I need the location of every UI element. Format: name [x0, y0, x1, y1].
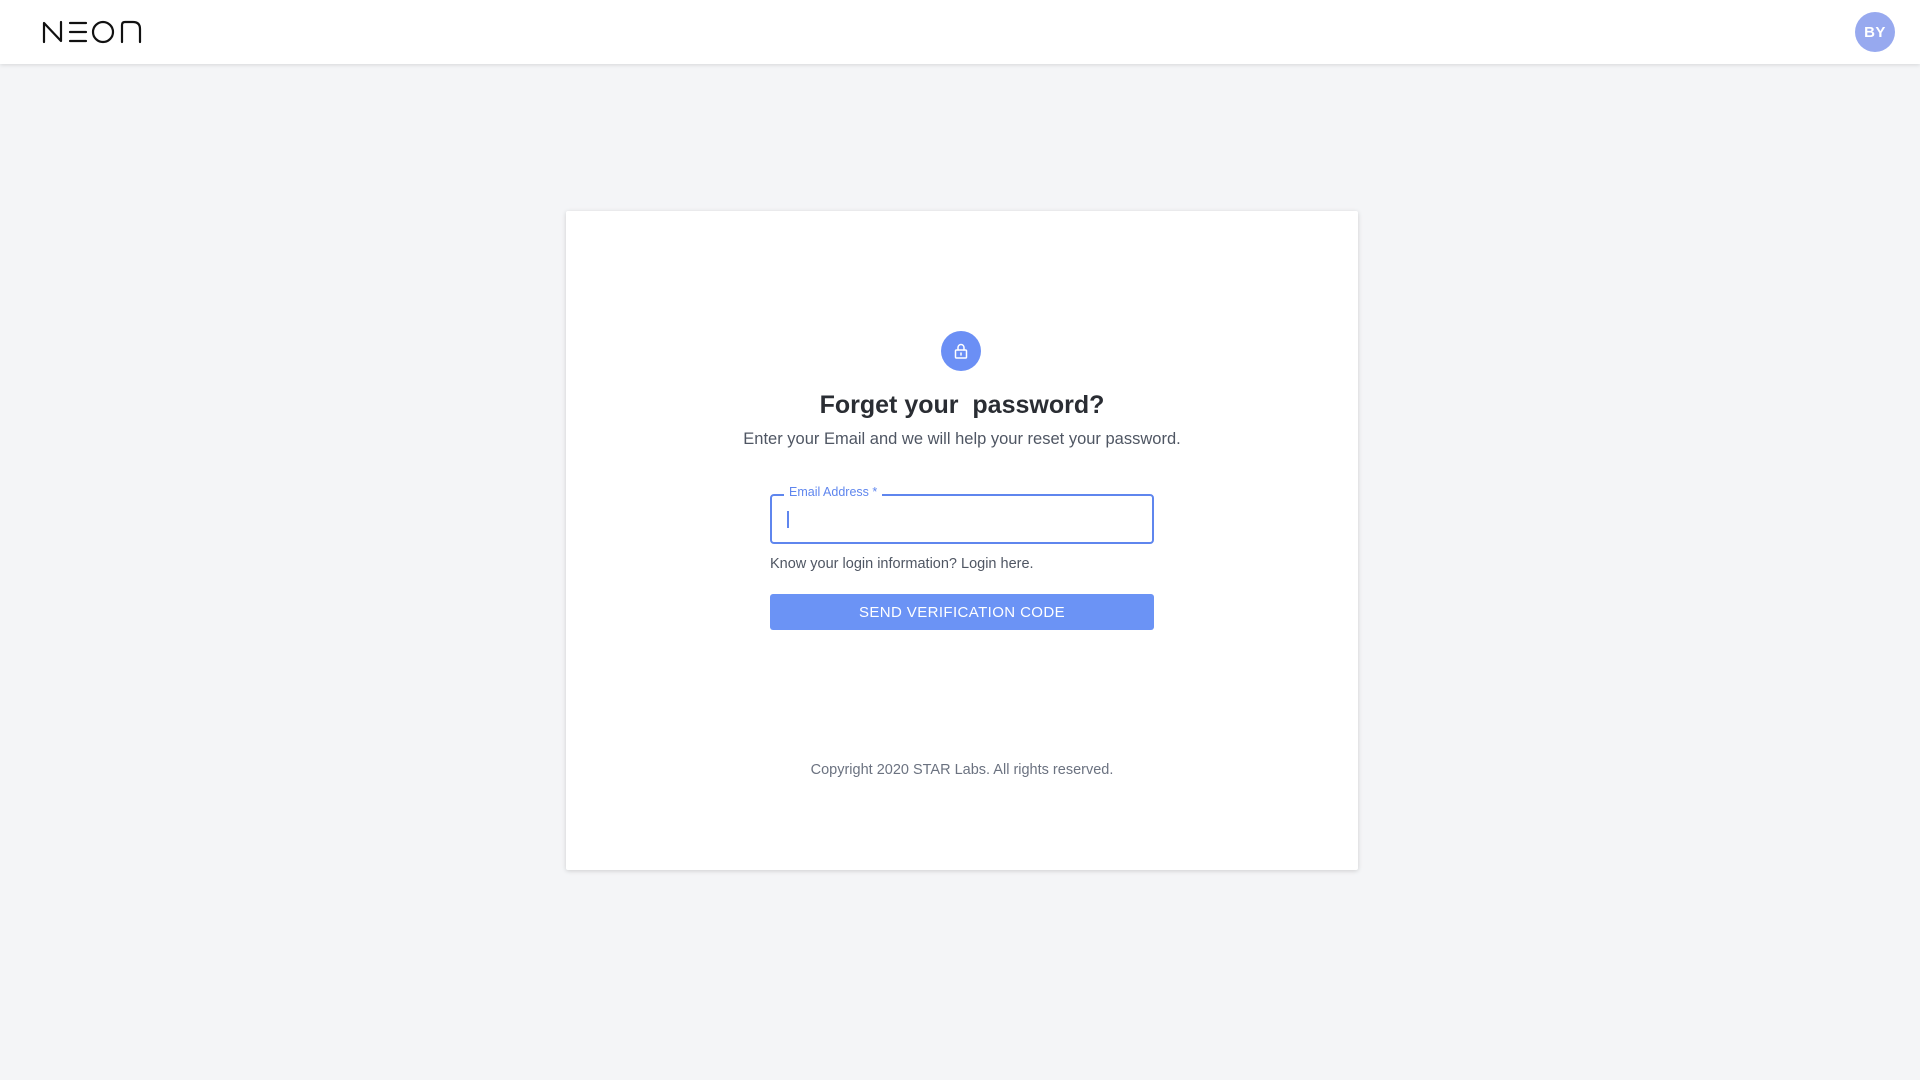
lock-icon: [941, 331, 981, 371]
neon-logo[interactable]: [42, 20, 144, 44]
email-input[interactable]: [772, 496, 1152, 542]
forgot-password-card: Forget your password? Enter your Email a…: [566, 211, 1358, 870]
top-bar: BY: [0, 0, 1920, 64]
send-verification-code-button[interactable]: SEND VERIFICATION CODE: [770, 594, 1154, 630]
copyright-text: Copyright 2020 STAR Labs. All rights res…: [810, 762, 1114, 778]
avatar-initials: BY: [1864, 23, 1886, 41]
page-subtitle: Enter your Email and we will help your r…: [743, 430, 1181, 448]
user-avatar[interactable]: BY: [1855, 12, 1895, 52]
login-link[interactable]: Know your login information? Login here.: [770, 556, 1034, 572]
email-field[interactable]: Email Address *: [770, 485, 1154, 544]
text-caret: [787, 511, 789, 528]
page-title: Forget your password?: [819, 391, 1105, 419]
